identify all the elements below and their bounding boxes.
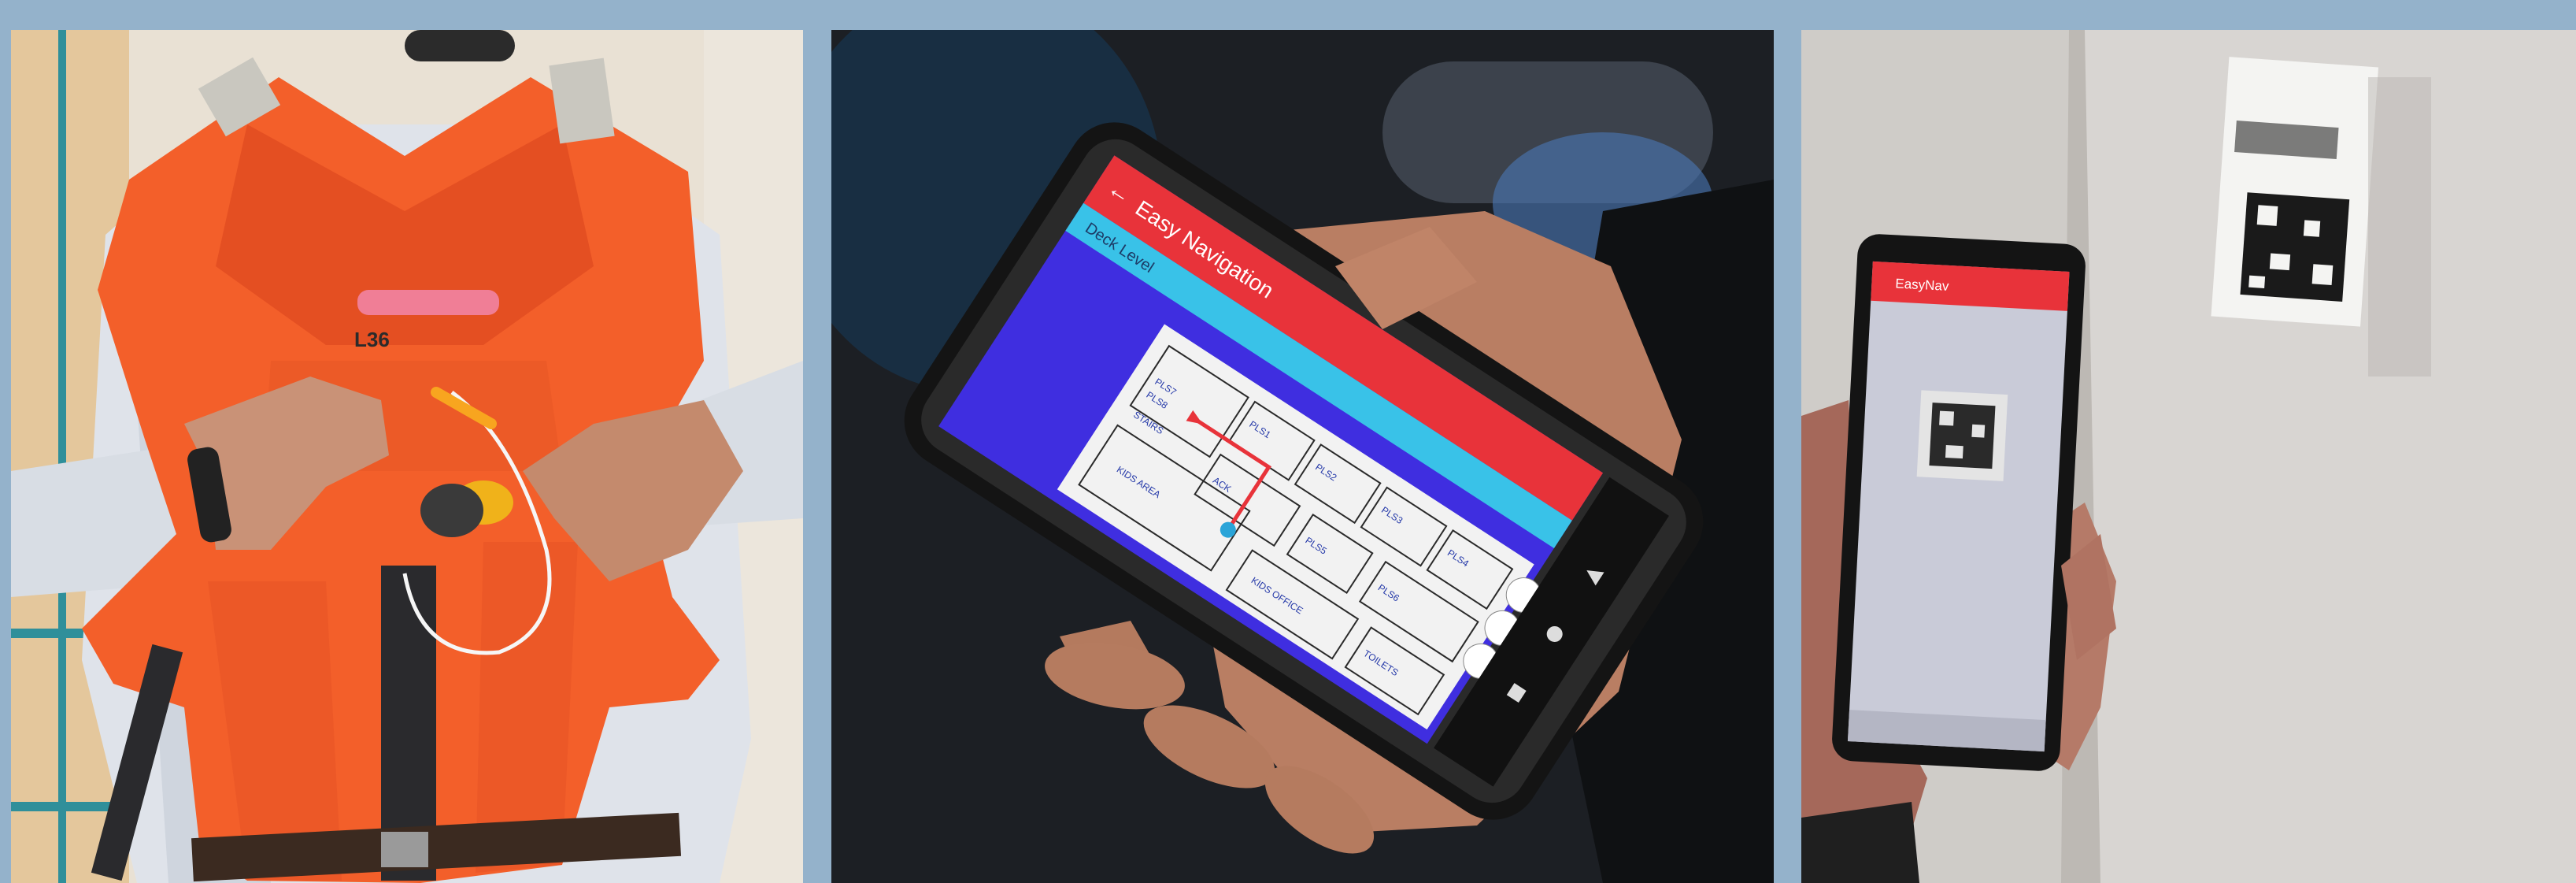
photo-phone-qr-scan: EasyNav: [1801, 30, 2576, 883]
scan-phone-screen: EasyNav: [1847, 261, 2070, 752]
photo-life-vest: L36: [11, 30, 803, 883]
life-vest-photo: L36: [11, 30, 803, 883]
vest-tag: L36: [354, 328, 390, 351]
scan-app-title: EasyNav: [1895, 276, 1949, 294]
wall-qr-tag: [2211, 57, 2379, 327]
phone-navigation-photo: Easy Navigation ← Deck Level PLS1 PLS2 P…: [831, 30, 1774, 883]
phone-qr-scan-photo: EasyNav: [1801, 30, 2576, 883]
photo-phone-navigation: Easy Navigation ← Deck Level PLS1 PLS2 P…: [831, 30, 1774, 883]
